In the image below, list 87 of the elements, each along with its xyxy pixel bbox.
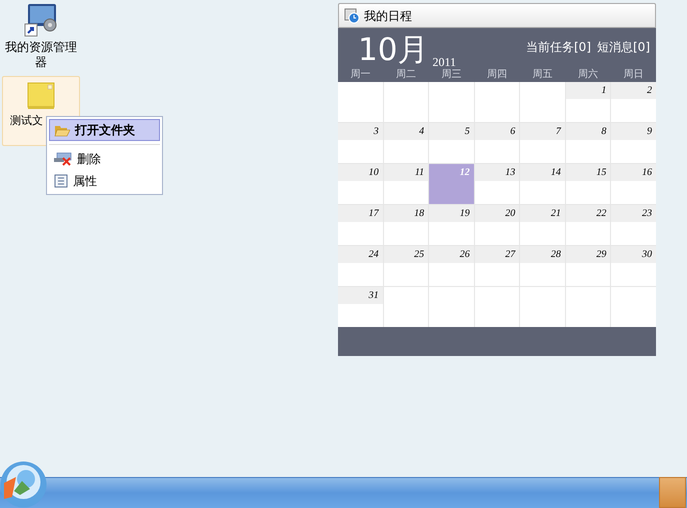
year-label: 2011	[432, 56, 456, 68]
day-cell[interactable]: 24	[338, 246, 383, 286]
day-number: 4	[384, 123, 428, 140]
desktop-icon[interactable]: 我的资源管理器	[2, 2, 80, 72]
weekday-header: 周日	[622, 68, 644, 82]
start-orb-icon[interactable]	[0, 461, 47, 508]
day-number: 21	[520, 205, 565, 222]
monitor-gear-icon	[24, 3, 58, 37]
weekday-header: 周六	[576, 68, 599, 82]
day-number: 26	[429, 246, 474, 263]
day-cell[interactable]: 2	[611, 82, 656, 122]
message-count[interactable]: 短消息[0]	[597, 38, 650, 56]
day-cell[interactable]: 23	[611, 205, 656, 245]
day-cell[interactable]: 31	[338, 287, 383, 327]
day-cell[interactable]: 6	[474, 123, 520, 163]
icon-label: 测试文	[9, 113, 44, 128]
day-number: 19	[429, 205, 474, 222]
day-number: 18	[384, 205, 428, 222]
menu-item[interactable]: 打开文件夹	[49, 119, 160, 141]
day-cell[interactable]: 26	[429, 246, 474, 286]
day-cell[interactable]: 14	[520, 164, 565, 204]
day-number: 31	[338, 287, 383, 304]
day-number: 24	[338, 246, 383, 263]
day-number: 7	[520, 123, 565, 140]
icon-label: 我的资源管理器	[4, 40, 78, 70]
delete-icon	[54, 152, 72, 166]
weekday-header: 周三	[440, 68, 463, 82]
day-number: 6	[474, 123, 520, 140]
day-number: 1	[566, 82, 610, 99]
day-number: 13	[474, 164, 520, 181]
tray-button[interactable]	[659, 477, 686, 508]
day-number: 30	[611, 246, 656, 263]
day-cell[interactable]: 21	[520, 205, 565, 245]
day-cell[interactable]: 25	[384, 246, 428, 286]
day-cell[interactable]: 28	[520, 246, 565, 286]
day-cell[interactable]: 11	[384, 164, 428, 204]
day-cell[interactable]: 5	[429, 123, 474, 163]
day-cell[interactable]: 7	[520, 123, 565, 163]
properties-icon	[54, 174, 68, 188]
day-number: 16	[611, 164, 656, 181]
day-cell[interactable]: 27	[474, 246, 520, 286]
panel-title: 我的日程	[364, 8, 412, 24]
day-number: 8	[566, 123, 610, 140]
day-cell[interactable]: 29	[566, 246, 610, 286]
day-cell[interactable]: 3	[338, 123, 383, 163]
day-cell[interactable]: 9	[611, 123, 656, 163]
day-cell[interactable]: 15	[566, 164, 610, 204]
day-cell[interactable]: 4	[384, 123, 428, 163]
day-number: 10	[338, 164, 383, 181]
folder-icon	[54, 123, 70, 137]
day-cell[interactable]: 18	[384, 205, 428, 245]
day-number: 25	[384, 246, 428, 263]
day-number: 5	[429, 123, 474, 140]
task-count[interactable]: 当前任务[0]	[526, 38, 591, 56]
day-cell[interactable]: 19	[429, 205, 474, 245]
day-number: 17	[338, 205, 383, 222]
day-number: 2	[611, 82, 656, 99]
calendar-clock-icon	[344, 8, 360, 24]
day-number: 14	[520, 164, 565, 181]
day-cell[interactable]: 22	[566, 205, 610, 245]
day-number: 28	[520, 246, 565, 263]
day-number: 22	[566, 205, 610, 222]
day-cell[interactable]: 17	[338, 205, 383, 245]
day-number: 15	[566, 164, 610, 181]
day-cell[interactable]: 1	[566, 82, 610, 122]
day-cell[interactable]: 20	[474, 205, 520, 245]
note-icon	[27, 82, 55, 110]
weekday-header: 周四	[486, 68, 508, 82]
menu-item[interactable]: 属性	[49, 170, 160, 192]
day-cell[interactable]: 8	[566, 123, 610, 163]
day-number: 29	[566, 246, 610, 263]
day-number: 23	[611, 205, 656, 222]
day-number: 12	[458, 166, 471, 180]
day-number: 3	[338, 123, 383, 140]
day-cell[interactable]: 13	[474, 164, 520, 204]
day-cell[interactable]: 10	[338, 164, 383, 204]
day-number: 27	[474, 246, 520, 263]
menu-item[interactable]: 删除	[49, 148, 160, 170]
day-cell[interactable]: 16	[611, 164, 656, 204]
weekday-header: 周五	[531, 68, 554, 82]
day-number: 20	[474, 205, 520, 222]
day-number: 9	[611, 123, 656, 140]
day-cell[interactable]: 30	[611, 246, 656, 286]
day-number: 11	[384, 164, 428, 181]
month-label: 10月	[358, 32, 428, 68]
weekday-header: 周一	[350, 68, 372, 82]
weekday-header: 周二	[395, 68, 418, 82]
